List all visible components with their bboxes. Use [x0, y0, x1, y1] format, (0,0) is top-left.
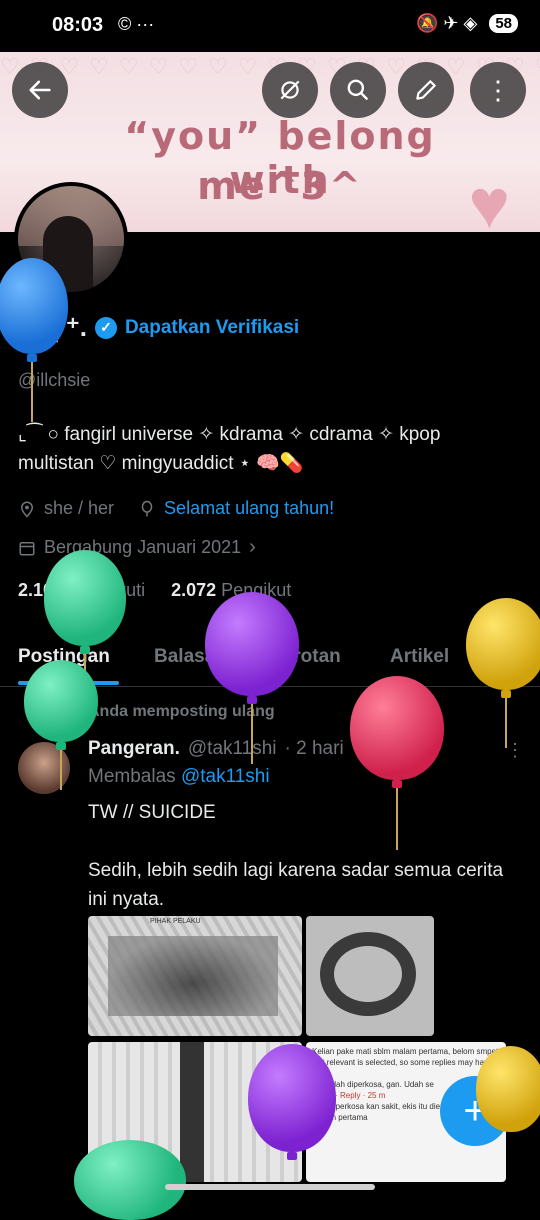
birthday-link[interactable]: Selamat ulang tahun! — [164, 498, 334, 519]
birthday-balloon — [24, 660, 98, 790]
edit-button[interactable] — [398, 62, 454, 118]
birthday-balloon — [466, 598, 540, 748]
banner-heart-icon: ♥ — [468, 165, 510, 232]
pencil-icon — [416, 80, 436, 100]
profile-pronouns: she / her — [44, 498, 115, 518]
mute-notifications-button[interactable] — [262, 62, 318, 118]
img4-line: Kelian pake mati sblm malam pertama, bel… — [312, 1047, 499, 1056]
battery-icon: 58 — [489, 14, 518, 33]
status-time: 08:03 — [52, 14, 104, 36]
birthday-balloon — [205, 592, 299, 764]
home-indicator[interactable] — [165, 1184, 375, 1190]
birthday-balloon — [248, 1044, 336, 1160]
get-verified-link[interactable]: Dapatkan Verifikasi — [125, 317, 299, 339]
verified-badge-icon[interactable]: ✓ — [94, 316, 117, 339]
back-arrow-icon — [29, 80, 51, 100]
location-pin-icon — [20, 501, 34, 518]
balloon-icon — [141, 500, 153, 516]
birthday-balloon — [476, 1046, 540, 1132]
post-image-1[interactable]: PIHAK PELAKU — [88, 916, 302, 1036]
post-image-2[interactable] — [306, 916, 434, 1036]
profile-meta-row: she / her Selamat ulang tahun! — [18, 498, 334, 519]
profile-bio: ⌞⁀ ○ fangirl universe ✧ kdrama ✧ cdrama … — [18, 424, 441, 474]
post-image-1-caption: PIHAK PELAKU — [150, 918, 201, 925]
more-options-button[interactable]: ⋮ — [470, 62, 526, 118]
calendar-icon — [19, 541, 35, 555]
post-text: TW // SUICIDE Sedih, lebih sedih lagi ka… — [88, 802, 504, 910]
chevron-right-icon: › — [249, 536, 256, 558]
reply-prefix: Membalas — [88, 766, 176, 787]
more-vertical-icon: ⋮ — [485, 75, 511, 105]
back-button[interactable] — [12, 62, 68, 118]
status-bar: 08:03 © ··· 🔕 ✈ ◈ 58 — [0, 0, 540, 52]
system-icons: 🔕 ✈ ◈ 58 — [416, 13, 518, 34]
reply-to-line: Membalas @tak11shi — [88, 766, 270, 788]
tab-articles[interactable]: Artikel — [390, 646, 449, 668]
post-author-name[interactable]: Pangeran. — [88, 738, 180, 760]
search-icon — [347, 79, 368, 100]
banner-text-line2: me^3^ — [197, 164, 363, 208]
birthday-balloon — [74, 1140, 186, 1220]
birthday-balloon — [350, 676, 444, 850]
search-button[interactable] — [330, 62, 386, 118]
system-status-icons: 🔕 ✈ ◈ — [415, 13, 478, 33]
notification-icons: © ··· — [118, 14, 155, 34]
reply-to-handle[interactable]: @tak11shi — [181, 766, 270, 787]
birthday-balloon — [0, 258, 68, 422]
bell-off-icon — [280, 80, 300, 100]
